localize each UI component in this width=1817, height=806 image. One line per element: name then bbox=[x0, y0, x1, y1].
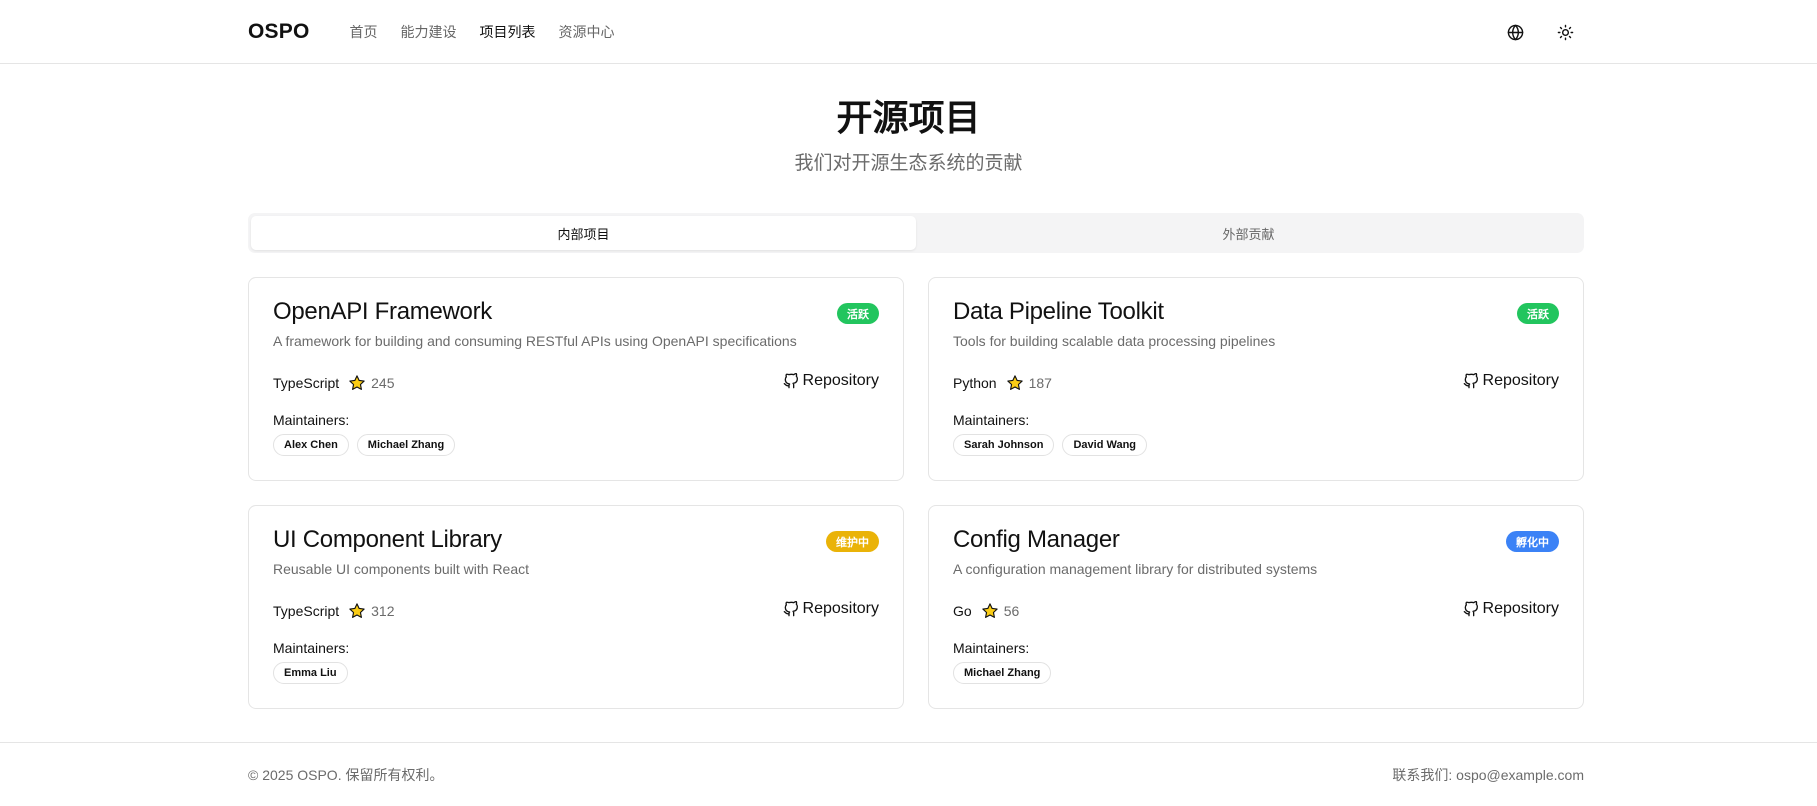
project-title: OpenAPI Framework bbox=[273, 298, 492, 325]
maintainer-tag: David Wang bbox=[1062, 434, 1148, 456]
project-title: Config Manager bbox=[953, 526, 1120, 553]
project-card: Config Manager 孵化中 A configuration manag… bbox=[928, 505, 1584, 709]
status-badge: 活跃 bbox=[1517, 303, 1559, 324]
nav-item-home[interactable]: 首页 bbox=[349, 22, 377, 42]
maintainer-list: Emma Liu bbox=[273, 662, 348, 684]
page-hero: 开源项目 我们对开源生态系统的贡献 bbox=[0, 92, 1817, 178]
maintainers-label: Maintainers: bbox=[273, 640, 350, 656]
top-navbar: OSPO 首页 能力建设 项目列表 资源中心 bbox=[0, 0, 1817, 64]
github-icon bbox=[783, 601, 798, 617]
project-language: TypeScript bbox=[273, 603, 340, 619]
repository-link[interactable]: Repository bbox=[783, 372, 879, 390]
project-description: A framework for building and consuming R… bbox=[273, 333, 797, 349]
maintainer-list: Michael Zhang bbox=[953, 662, 1052, 684]
repository-label: Repository bbox=[1482, 600, 1559, 617]
repository-link[interactable]: Repository bbox=[1463, 600, 1559, 618]
github-icon bbox=[1463, 373, 1478, 389]
project-description: A configuration management library for d… bbox=[953, 561, 1318, 577]
star-icon bbox=[349, 375, 365, 390]
maintainers-label: Maintainers: bbox=[273, 412, 350, 428]
star-icon bbox=[982, 603, 998, 618]
maintainer-tag: Alex Chen bbox=[273, 434, 349, 456]
contact-link[interactable]: 联系我们: ospo@example.com bbox=[1392, 765, 1584, 785]
globe-icon bbox=[1507, 24, 1523, 40]
navbar-container: OSPO 首页 能力建设 项目列表 资源中心 bbox=[248, 0, 1584, 64]
tab-external-contributions[interactable]: 外部贡献 bbox=[916, 216, 1581, 250]
nav-item-resources[interactable]: 资源中心 bbox=[558, 22, 614, 42]
footer-container: © 2025 OSPO. 保留所有权利。 联系我们: ospo@example.… bbox=[248, 743, 1584, 806]
page-subtitle: 我们对开源生态系统的贡献 bbox=[794, 153, 1023, 174]
project-description: Reusable UI components built with React bbox=[273, 561, 530, 577]
copyright-text: © 2025 OSPO. 保留所有权利。 bbox=[248, 767, 444, 783]
project-card: OpenAPI Framework 活跃 A framework for bui… bbox=[248, 277, 904, 481]
star-icon bbox=[349, 603, 365, 618]
project-card: UI Component Library 维护中 Reusable UI com… bbox=[248, 505, 904, 709]
maintainer-tag: Michael Zhang bbox=[356, 434, 456, 456]
header-actions bbox=[1506, 23, 1574, 41]
project-description: Tools for building scalable data process… bbox=[953, 333, 1276, 349]
maintainer-list: Sarah Johnson David Wang bbox=[953, 434, 1148, 456]
star-icon bbox=[1006, 375, 1023, 390]
page-title: 开源项目 bbox=[836, 97, 981, 138]
nav-item-projects[interactable]: 项目列表 bbox=[479, 22, 535, 42]
project-language: TypeScript bbox=[273, 375, 340, 391]
project-meta: Go 56 bbox=[953, 602, 1019, 620]
github-icon bbox=[1463, 601, 1478, 617]
repository-label: Repository bbox=[802, 372, 879, 389]
star-count: 56 bbox=[1003, 603, 1020, 619]
github-icon bbox=[783, 373, 798, 389]
maintainer-tag: Michael Zhang bbox=[953, 662, 1052, 684]
status-badge: 维护中 bbox=[826, 531, 879, 552]
theme-toggle-button[interactable] bbox=[1556, 23, 1574, 41]
project-meta: TypeScript 245 bbox=[273, 374, 395, 392]
project-title: UI Component Library bbox=[273, 526, 502, 553]
project-language: Python bbox=[953, 375, 997, 391]
status-badge: 孵化中 bbox=[1506, 531, 1559, 552]
logo[interactable]: OSPO bbox=[248, 20, 309, 44]
project-meta: Python 187 bbox=[953, 374, 1052, 392]
project-tabs: 内部项目 外部贡献 bbox=[248, 213, 1584, 253]
tab-internal-projects[interactable]: 内部项目 bbox=[251, 216, 916, 250]
sun-icon bbox=[1557, 24, 1573, 40]
project-title: Data Pipeline Toolkit bbox=[953, 298, 1164, 325]
repository-link[interactable]: Repository bbox=[783, 600, 879, 618]
repository-link[interactable]: Repository bbox=[1463, 372, 1559, 390]
main-nav: 首页 能力建设 项目列表 资源中心 bbox=[349, 22, 637, 42]
nav-item-capability[interactable]: 能力建设 bbox=[400, 22, 456, 42]
language-button[interactable] bbox=[1506, 23, 1524, 41]
maintainer-tag: Sarah Johnson bbox=[953, 434, 1055, 456]
maintainers-label: Maintainers: bbox=[953, 412, 1030, 428]
maintainers-label: Maintainers: bbox=[953, 640, 1030, 656]
repository-label: Repository bbox=[802, 600, 879, 617]
maintainer-list: Alex Chen Michael Zhang bbox=[273, 434, 456, 456]
repository-label: Repository bbox=[1482, 372, 1559, 389]
page-footer: © 2025 OSPO. 保留所有权利。 联系我们: ospo@example.… bbox=[0, 742, 1817, 806]
maintainer-tag: Emma Liu bbox=[273, 662, 348, 684]
project-card: Data Pipeline Toolkit 活跃 Tools for build… bbox=[928, 277, 1584, 481]
project-language: Go bbox=[953, 603, 972, 619]
star-count: 312 bbox=[371, 603, 395, 619]
star-count: 245 bbox=[371, 375, 395, 391]
star-count: 187 bbox=[1028, 375, 1052, 391]
project-meta: TypeScript 312 bbox=[273, 602, 395, 620]
status-badge: 活跃 bbox=[837, 303, 879, 324]
